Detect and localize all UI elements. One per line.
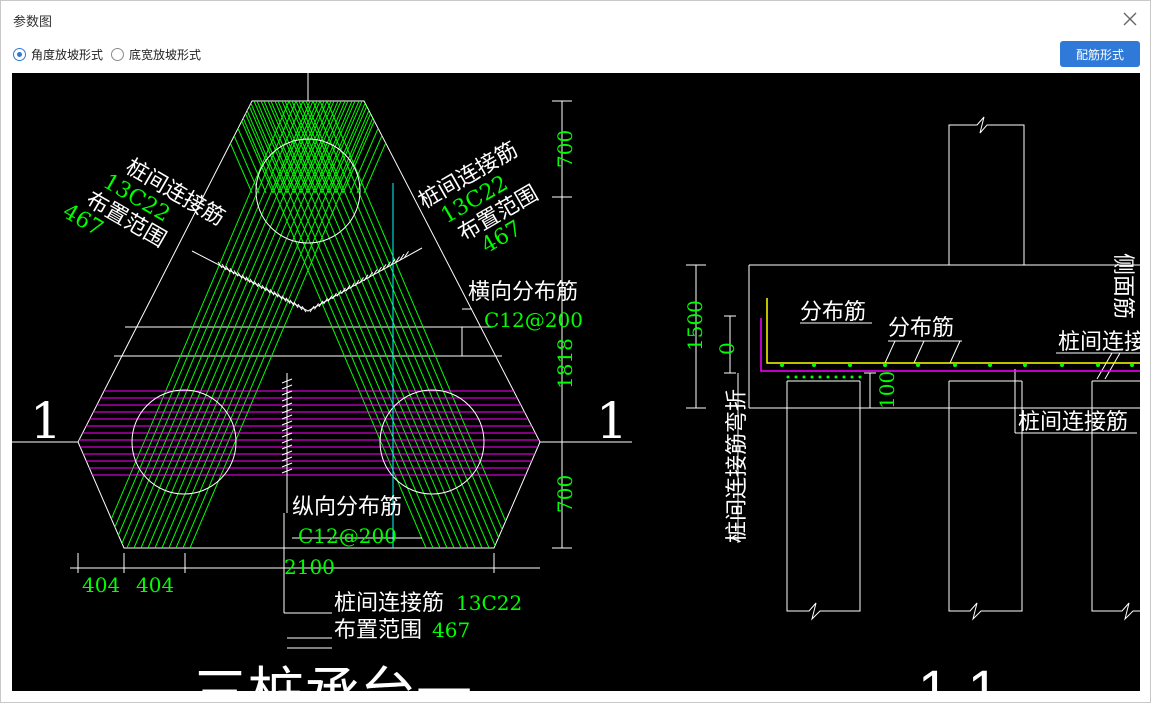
bottom-connect-value: 13C22 — [456, 591, 522, 615]
section-distribution-label-2: 分布筋 — [888, 316, 954, 341]
close-icon[interactable] — [1118, 7, 1142, 31]
bottom-connect-label: 桩间连接筋 — [334, 591, 444, 616]
bottom-range-label: 布置范围 — [334, 618, 422, 643]
radio-width-slope[interactable]: 底宽放坡形式 — [111, 43, 201, 65]
pile-right — [379, 389, 485, 495]
section-distribution-label-1: 分布筋 — [800, 300, 866, 325]
dim-section-height: 1500 — [683, 300, 707, 351]
dim-zero: 0 — [715, 342, 739, 355]
radio-width-slope-label: 底宽放坡形式 — [129, 47, 202, 62]
bottom-range-value: 467 — [432, 618, 470, 642]
dim-middle: 1818 — [553, 338, 577, 389]
dim-bottom: 700 — [553, 475, 577, 513]
parameter-drawing-canvas: 1 1 桩间连接筋 13C22 布置范围 467 桩间连接筋 13C22 布置范… — [12, 73, 1140, 691]
horizontal-rebar-label: 横向分布筋 — [468, 280, 578, 305]
dim-left-1: 404 — [82, 573, 120, 597]
section-mark-left: 1 — [30, 392, 62, 450]
reinforcement-form-button[interactable]: 配筋形式 — [1060, 41, 1140, 67]
vertical-rebar-value: C12@200 — [298, 524, 397, 548]
radio-unchecked-icon[interactable] — [111, 47, 124, 61]
vertical-rebar-label: 纵向分布筋 — [292, 495, 402, 520]
title-bar: 参数图 — [1, 1, 1150, 37]
parameter-dialog: 参数图 角度放坡形式 底宽放坡形式 配筋形式 1 1 桩间连接筋 13C22 布… — [0, 0, 1151, 703]
section-connect-bottom-label: 桩间连接筋 — [1018, 410, 1128, 435]
dim-width: 2100 — [284, 555, 335, 579]
horizontal-rebar-value: C12@200 — [484, 308, 583, 332]
cad-drawing: 1 1 桩间连接筋 13C22 布置范围 467 桩间连接筋 13C22 布置范… — [12, 73, 1140, 691]
dialog-title: 参数图 — [13, 15, 53, 30]
plan-title: 三桩承台一 — [192, 662, 472, 691]
section-connect-top-label: 桩间连接 — [1058, 330, 1140, 355]
section-mark-right: 1 — [596, 392, 628, 450]
section-title: 1-1 — [918, 658, 999, 691]
section-outline — [686, 116, 1140, 621]
dim-left-2: 404 — [136, 573, 174, 597]
pile-left — [131, 389, 237, 495]
section-side-label: 侧面筋 — [1110, 253, 1135, 319]
section-connect-bent-label: 桩间连接筋弯折 — [725, 389, 750, 543]
radio-angle-slope-label: 角度放坡形式 — [31, 47, 104, 62]
dim-top: 700 — [553, 130, 577, 168]
radio-angle-slope[interactable]: 角度放坡形式 — [13, 43, 103, 65]
radio-checked-icon[interactable] — [13, 47, 26, 61]
dim-100: 100 — [875, 371, 899, 409]
